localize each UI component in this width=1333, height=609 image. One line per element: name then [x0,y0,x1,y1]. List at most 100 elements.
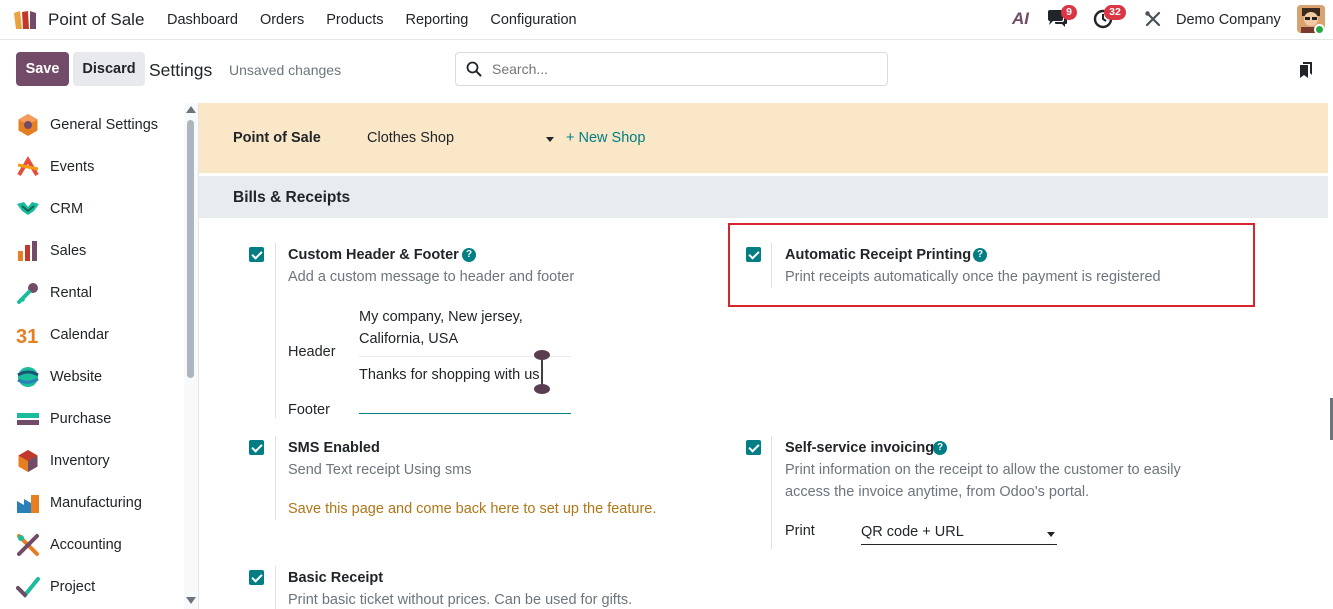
shop-dropdown-caret-icon[interactable] [546,137,554,142]
sidebar-item-website[interactable]: Website [0,356,184,398]
self-service-desc-line: Print information on the receipt to allo… [785,462,1181,478]
discard-button[interactable]: Discard [73,52,145,86]
menu-reporting[interactable]: Reporting [406,12,469,28]
custom-header-checkbox[interactable] [249,247,264,262]
basic-receipt-checkbox[interactable] [249,570,264,585]
pos-label: Point of Sale [233,130,321,146]
sidebar-item-label: Website [50,369,103,385]
calendar-number: 31 [16,326,38,347]
sidebar-item-label: CRM [50,201,84,217]
text-cursor-icon [534,350,550,394]
sms-enabled-checkbox[interactable] [249,440,264,455]
sidebar-scroll-thumb[interactable] [187,120,194,378]
header-label: Header [288,344,336,360]
sidebar-item-label: Events [50,159,95,175]
chat-count-badge: 9 [1061,5,1077,20]
sidebar-item-label: Rental [50,285,92,301]
basic-receipt-desc: Print basic ticket without prices. Can b… [288,592,633,608]
main-menu: Dashboard Orders Products Reporting Conf… [167,12,599,28]
custom-header-desc: Add a custom message to header and foote… [288,269,575,285]
menu-configuration[interactable]: Configuration [490,12,576,28]
print-mode-value: QR code + URL [861,524,964,540]
manufacturing-icon [17,495,39,513]
auto-receipt-print-desc: Print receipts automatically once the pa… [785,269,1161,285]
setting-divider [275,566,276,609]
sidebar-item-label: Sales [50,243,87,259]
save-button[interactable]: Save [16,52,69,86]
accounting-icon [17,534,39,556]
auto-receipt-print-title: Automatic Receipt Printing [785,247,972,263]
help-icon[interactable]: ? [973,248,987,262]
new-shop-button[interactable]: + New Shop [566,130,645,146]
shop-select[interactable]: Clothes Shop [367,130,557,146]
help-icon[interactable]: ? [462,248,476,262]
sidebar-item-label: Inventory [50,453,110,469]
basic-receipt-title: Basic Receipt [288,570,384,586]
sidebar-item-inventory[interactable]: Inventory [0,440,184,482]
sms-enabled-title: SMS Enabled [288,440,380,456]
print-mode-select[interactable]: QR code + URL [861,523,1057,545]
section-title: Bills & Receipts [233,189,351,206]
header-textarea-line[interactable]: My company, New jersey, [359,306,523,328]
bookmark-icon[interactable] [1299,61,1313,79]
highlight-box [728,223,1255,307]
pos-app-icon[interactable] [12,9,40,31]
sidebar-item-label: General Settings [50,117,159,133]
sms-setup-warning: Save this page and come back here to set… [288,501,657,517]
sidebar-item-label: Accounting [50,537,122,553]
sidebar-item-crm[interactable]: CRM [0,188,184,230]
search-bar[interactable] [455,52,888,86]
setting-divider [771,436,772,549]
sidebar-item-label: Manufacturing [50,495,142,511]
sidebar-item-general-settings[interactable]: General Settings [0,104,184,146]
search-input[interactable] [492,61,872,77]
print-dropdown-caret-icon[interactable] [1047,532,1055,537]
custom-header-title: Custom Header & Footer [288,247,459,263]
website-icon [17,367,39,387]
setting-divider [275,243,276,418]
company-switcher[interactable]: Demo Company [1176,12,1281,28]
footer-input-underline [359,413,571,414]
menu-products[interactable]: Products [326,12,383,28]
tools-icon[interactable] [1144,10,1162,28]
footer-label: Footer [288,402,330,418]
sidebar-item-calendar[interactable]: 31 Calendar [0,314,184,356]
header-textarea-line[interactable]: California, USA [359,328,458,350]
inventory-icon [18,450,38,472]
general-settings-icon [18,114,38,136]
sidebar-item-sales[interactable]: Sales [0,230,184,272]
calendar-icon: 31 [16,326,38,347]
online-status-dot [1314,24,1325,35]
ai-icon[interactable]: AI [1012,9,1029,29]
project-icon [16,577,40,598]
self-service-invoicing-title: Self-service invoicing [785,440,935,456]
breadcrumb: Settings [149,60,213,80]
scroll-down-arrow-icon[interactable] [186,597,196,604]
sms-enabled-desc: Send Text receipt Using sms [288,462,472,478]
menu-dashboard[interactable]: Dashboard [167,12,238,28]
print-label: Print [785,523,815,539]
events-icon [17,156,39,177]
purchase-icon [17,413,39,425]
shop-select-value: Clothes Shop [367,130,455,146]
sidebar-item-manufacturing[interactable]: Manufacturing [0,482,184,524]
sidebar-item-purchase[interactable]: Purchase [0,398,184,440]
scroll-up-arrow-icon[interactable] [186,106,196,113]
sidebar-item-events[interactable]: Events [0,146,184,188]
rental-icon [17,283,38,304]
sidebar-item-accounting[interactable]: Accounting [0,524,184,566]
crm-icon [17,202,39,215]
sidebar-item-project[interactable]: Project [0,566,184,608]
app-name[interactable]: Point of Sale [48,10,144,30]
activity-count-badge: 32 [1104,5,1126,20]
help-icon[interactable]: ? [933,441,947,455]
sidebar-item-label: Calendar [50,327,109,343]
footer-input[interactable]: Thanks for shopping with us [359,364,540,386]
auto-receipt-print-checkbox[interactable] [746,247,761,262]
sidebar-item-label: Project [50,579,96,595]
section-header [199,176,1328,218]
self-service-invoicing-checkbox[interactable] [746,440,761,455]
sales-icon [18,241,37,261]
sidebar-item-rental[interactable]: Rental [0,272,184,314]
menu-orders[interactable]: Orders [260,12,304,28]
